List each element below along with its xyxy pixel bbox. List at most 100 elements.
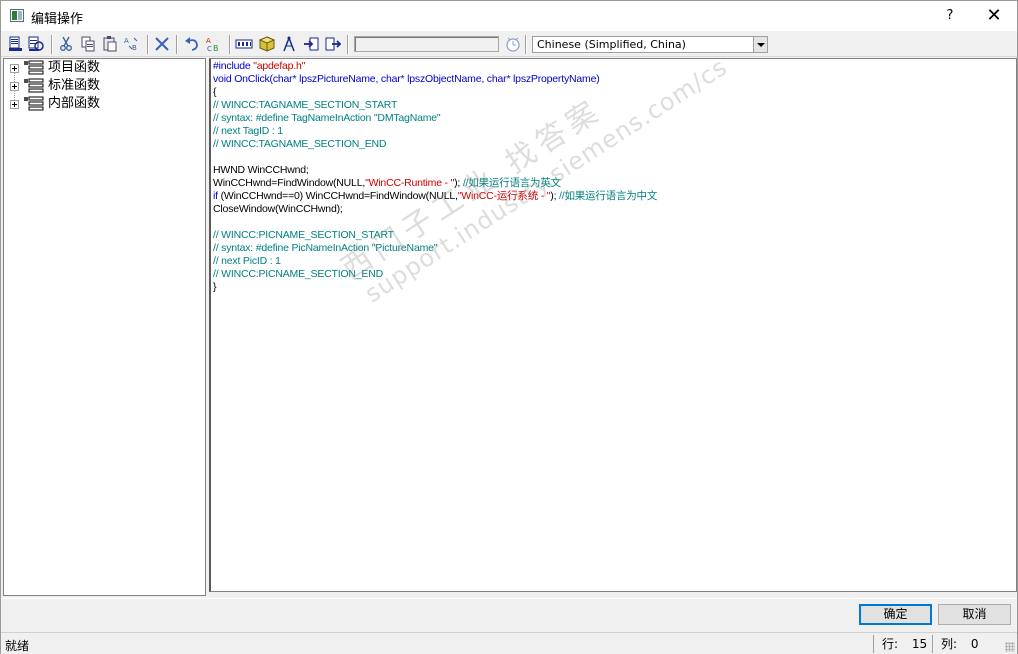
copy-icon[interactable] [79,35,97,53]
code-token: "WinCC-运行系统 - " [457,190,551,202]
delete-icon[interactable] [153,35,171,53]
svg-text:B: B [132,44,137,52]
code-line[interactable]: // syntax: #define TagNameInAction "DMTa… [213,112,657,125]
toolbar-separator [176,35,178,54]
toolbar-separator [147,35,149,54]
code-line[interactable]: void OnClick(char* lpszPictureName, char… [213,73,657,86]
code-token: // WINCC:TAGNAME_SECTION_START [213,99,398,111]
code-line[interactable]: { [213,86,657,99]
function-group-icon [23,78,47,94]
toolbar-separator [51,35,53,54]
row-label: 行: [882,637,899,651]
expand-icon[interactable] [10,100,19,109]
code-token: char [486,73,507,85]
column-indicator: 列: 0 [932,635,1002,653]
tag-icon[interactable] [235,35,253,53]
code-line[interactable]: // WINCC:PICNAME_SECTION_START [213,229,657,242]
import-icon[interactable] [302,35,320,53]
code-editor[interactable]: #include "apdefap.h" void OnClick(char* l… [209,58,1017,592]
code-text[interactable]: #include "apdefap.h" void OnClick(char* l… [213,60,657,294]
code-line[interactable]: // WINCC:TAGNAME_SECTION_START [213,99,657,112]
clock-icon[interactable] [504,35,522,53]
code-token: WinCCHwnd=FindWindow(NULL, [213,177,366,189]
code-token: "apdefap.h" [253,60,306,72]
expand-icon[interactable] [10,82,19,91]
toolbar-separator [347,35,349,54]
code-token: //如果运行语言为英文 [462,177,561,189]
tree-item-label: 项目函数 [48,60,101,75]
code-token: CloseWindow(WinCCHwnd); [213,203,343,215]
export-icon[interactable] [324,35,342,53]
code-line[interactable] [213,151,657,164]
code-token: // syntax: #define PicNameInAction "Pict… [213,242,438,254]
language-select[interactable]: Chinese (Simplified, China) [532,36,768,53]
app-window-icon [10,9,24,22]
code-token: ); [454,177,463,189]
function-group-icon [23,60,47,76]
replace-icon[interactable]: AB [123,35,141,53]
code-line[interactable] [213,216,657,229]
function-group-icon [23,96,47,112]
code-line[interactable]: } [213,281,657,294]
cut-icon[interactable] [57,35,75,53]
chevron-down-icon[interactable] [753,37,767,52]
edit-action-dialog: 编辑操作 ? ✕ AB ABC Chinese (Simplified, Chi… [0,0,1018,654]
code-line[interactable]: WinCCHwnd=FindWindow(NULL,"WinCC-Runtime… [213,177,657,190]
code-token: // syntax: #define TagNameInAction "DMTa… [213,112,441,124]
paste-icon[interactable] [101,35,119,53]
code-line[interactable]: // WINCC:TAGNAME_SECTION_END [213,138,657,151]
title-bar: 编辑操作 ? ✕ [1,1,1017,31]
cancel-button[interactable]: 取消 [938,604,1011,625]
code-line[interactable]: // next PicID : 1 [213,255,657,268]
code-line[interactable]: CloseWindow(WinCCHwnd); [213,203,657,216]
expand-icon[interactable] [10,64,19,73]
code-token: * lpszObjectName, [400,73,487,85]
code-line[interactable]: HWND WinCCHwnd; [213,164,657,177]
code-token: // next PicID : 1 [213,255,281,267]
function-tree[interactable]: 项目函数 标准函数 内部函数 [3,58,206,596]
cube-icon[interactable] [258,35,276,53]
status-bar: 就绪 行: 15 列: 0 [1,632,1017,654]
help-button[interactable]: ? [927,1,973,31]
code-token: //如果运行语言为中文 [559,190,658,202]
code-token: { [213,86,217,98]
code-token: } [213,281,217,293]
code-line[interactable]: // WINCC:PICNAME_SECTION_END [213,268,657,281]
code-token: * lpszPropertyName) [506,73,600,85]
col-value: 0 [970,637,979,651]
code-token: char [380,73,401,85]
svg-text:C: C [207,45,212,53]
code-token: #include [213,60,254,72]
code-token: "WinCC-Runtime - " [365,177,455,189]
svg-text:B: B [213,44,219,53]
toolbar-separator [229,35,231,54]
col-label: 列: [941,637,958,651]
code-line[interactable]: if (WinCCHwnd==0) WinCCHwnd=FindWindow(N… [213,190,657,203]
language-value: Chinese (Simplified, China) [537,38,686,51]
toolbar-separator [525,35,527,54]
code-token: // WINCC:PICNAME_SECTION_START [213,229,394,241]
code-token: * lpszPictureName, [292,73,381,85]
compile-all-icon[interactable] [27,35,45,53]
tree-item-label: 标准函数 [48,78,101,93]
compile-icon[interactable] [7,35,25,53]
compass-icon[interactable] [280,35,298,53]
code-line[interactable]: // syntax: #define PicNameInAction "Pict… [213,242,657,255]
code-token: ); [550,190,560,202]
undo-icon[interactable] [183,35,201,53]
resize-grip[interactable] [1005,642,1015,652]
ok-button[interactable]: 确定 [859,604,932,625]
svg-text:A: A [206,37,211,45]
tag-combo-disabled [354,36,499,52]
code-token: OnClick( [234,73,273,85]
code-token: HWND WinCCHwnd; [213,164,309,176]
spell-icon[interactable]: ABC [205,35,223,53]
code-token: if [213,190,221,202]
code-line[interactable]: // next TagID : 1 [213,125,657,138]
row-value: 15 [911,637,928,651]
tree-item-label: 内部函数 [48,96,101,111]
code-line[interactable]: #include "apdefap.h" [213,60,657,73]
close-button[interactable]: ✕ [971,1,1017,31]
row-indicator: 行: 15 [873,635,931,653]
toolbar: AB ABC [1,32,1017,57]
